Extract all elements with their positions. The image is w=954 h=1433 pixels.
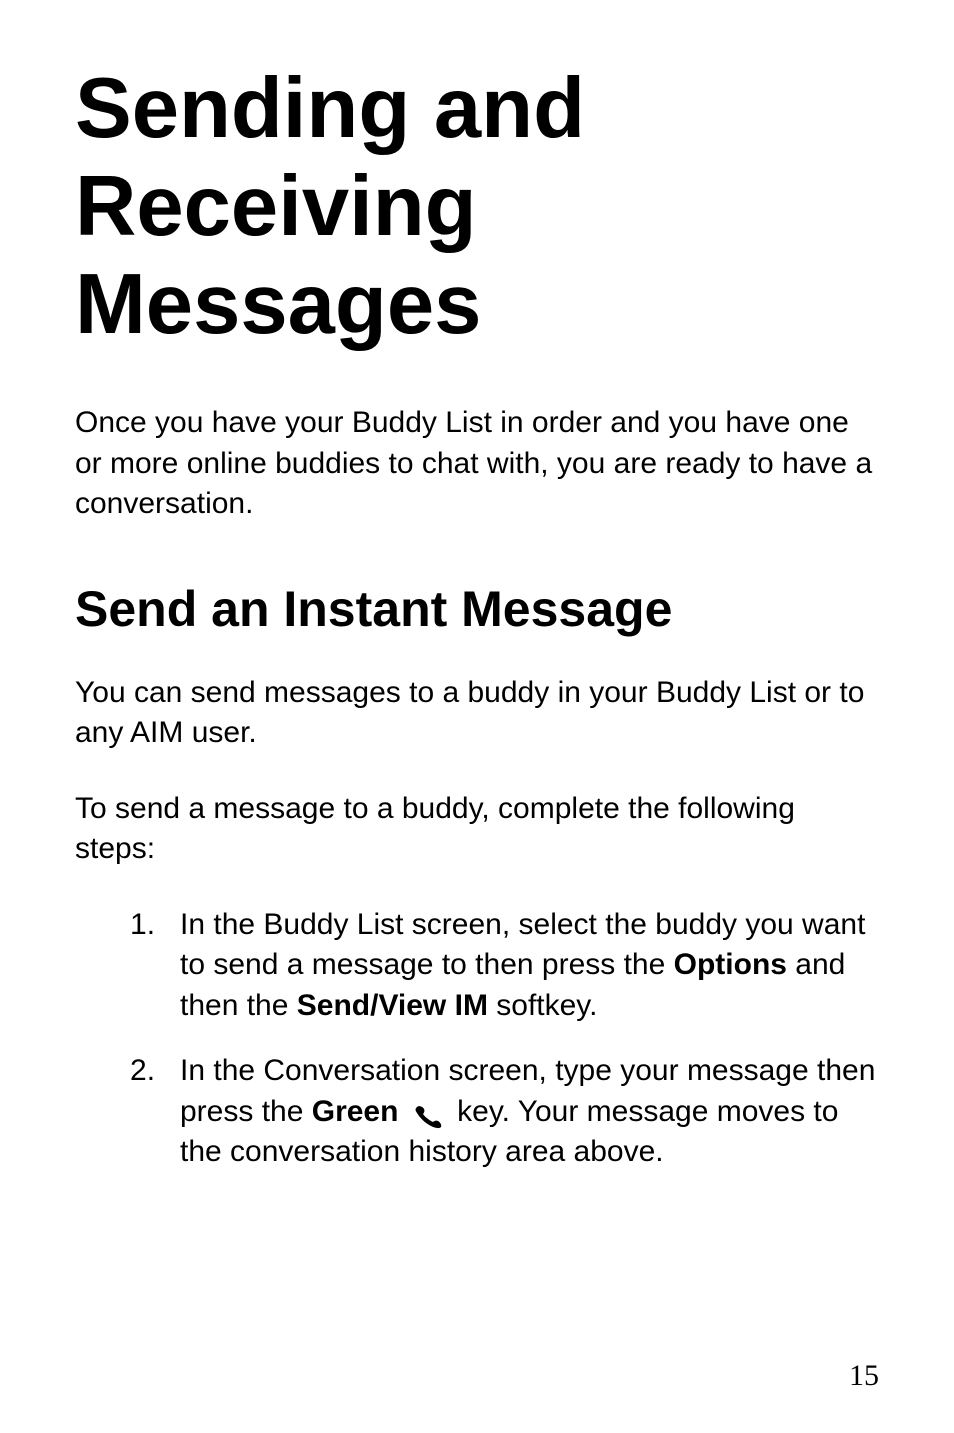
step-1: In the Buddy List screen, select the bud…: [130, 905, 879, 1027]
steps-list: In the Buddy List screen, select the bud…: [75, 905, 879, 1173]
phone-icon: [411, 1100, 449, 1126]
section-heading: Send an Instant Message: [75, 580, 879, 638]
page-number: 15: [849, 1359, 879, 1393]
page-title: Sending and Receiving Messages: [75, 60, 879, 353]
step-2: In the Conversation screen, type your me…: [130, 1051, 879, 1173]
step-1-bold-sendview: Send/View IM: [297, 989, 488, 1022]
step-1-bold-options: Options: [674, 948, 787, 981]
step-2-bold-green: Green: [312, 1095, 399, 1128]
paragraph-1: You can send messages to a buddy in your…: [75, 673, 879, 754]
step-1-text-e: softkey.: [488, 989, 597, 1022]
paragraph-2: To send a message to a buddy, complete t…: [75, 789, 879, 870]
intro-paragraph: Once you have your Buddy List in order a…: [75, 403, 879, 525]
